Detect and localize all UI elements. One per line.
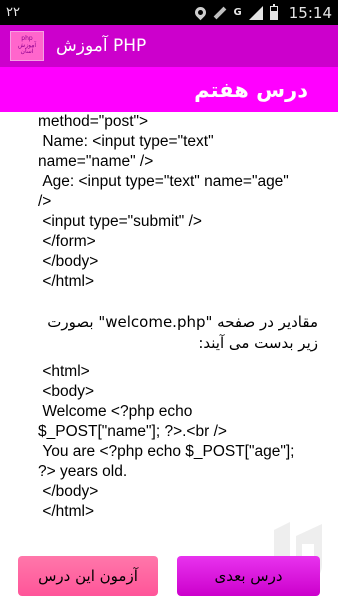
status-time: 15:14 [288, 3, 332, 22]
code-line: name="name" /> [38, 153, 154, 170]
code-line: method="post"> [38, 113, 149, 130]
explanation-paragraph: مقادیر در صفحه "welcome.php" بصورت زیر ب… [47, 313, 318, 352]
lesson-banner: درس هفتم [0, 67, 338, 112]
signal-icon [248, 5, 263, 20]
code-line: $_POST["name"]; ?>.<br /> [38, 423, 227, 440]
code-block-welcome: <html> <body> Welcome <?php echo $_POST[… [38, 362, 328, 522]
code-line: ?> years old. [38, 463, 128, 480]
lesson-title: درس هفتم [194, 77, 308, 102]
code-line: You are <?php echo $_POST["age"]; [38, 443, 295, 460]
quiz-button[interactable]: آزمون این درس [18, 556, 158, 596]
code-line: Name: <input type="text" [38, 133, 214, 150]
status-icons: G 15:14 [192, 3, 332, 22]
location-icon [192, 4, 208, 21]
code-line: Age: <input type="text" name="age" [38, 173, 289, 190]
code-line: </html> [38, 273, 95, 290]
satellite-icon [213, 6, 227, 20]
code-line: </body> [38, 253, 99, 270]
next-lesson-button[interactable]: درس بعدی [177, 556, 320, 596]
status-notification-text: ۲۲ [6, 5, 20, 20]
lesson-content[interactable]: method="post"> Name: <input type="text" … [38, 112, 328, 542]
code-line: Welcome <?php echo [38, 403, 193, 420]
code-line: <input type="submit" /> [38, 213, 202, 230]
code-line: <body> [38, 383, 95, 400]
app-title: آموزش PHP [56, 36, 147, 56]
code-block-form: method="post"> Name: <input type="text" … [38, 112, 328, 292]
logo-line-3: آسان [20, 48, 34, 56]
code-line: </form> [38, 233, 96, 250]
code-line: /> [38, 193, 52, 210]
battery-icon [269, 3, 278, 20]
code-line: <html> [38, 363, 90, 380]
app-bar: php آموزش آسان آموزش PHP [0, 25, 338, 67]
app-logo[interactable]: php آموزش آسان [10, 31, 44, 61]
code-line: </body> [38, 483, 99, 500]
status-bar: ۲۲ G 15:14 [0, 0, 338, 25]
network-type-label: G [233, 7, 242, 18]
